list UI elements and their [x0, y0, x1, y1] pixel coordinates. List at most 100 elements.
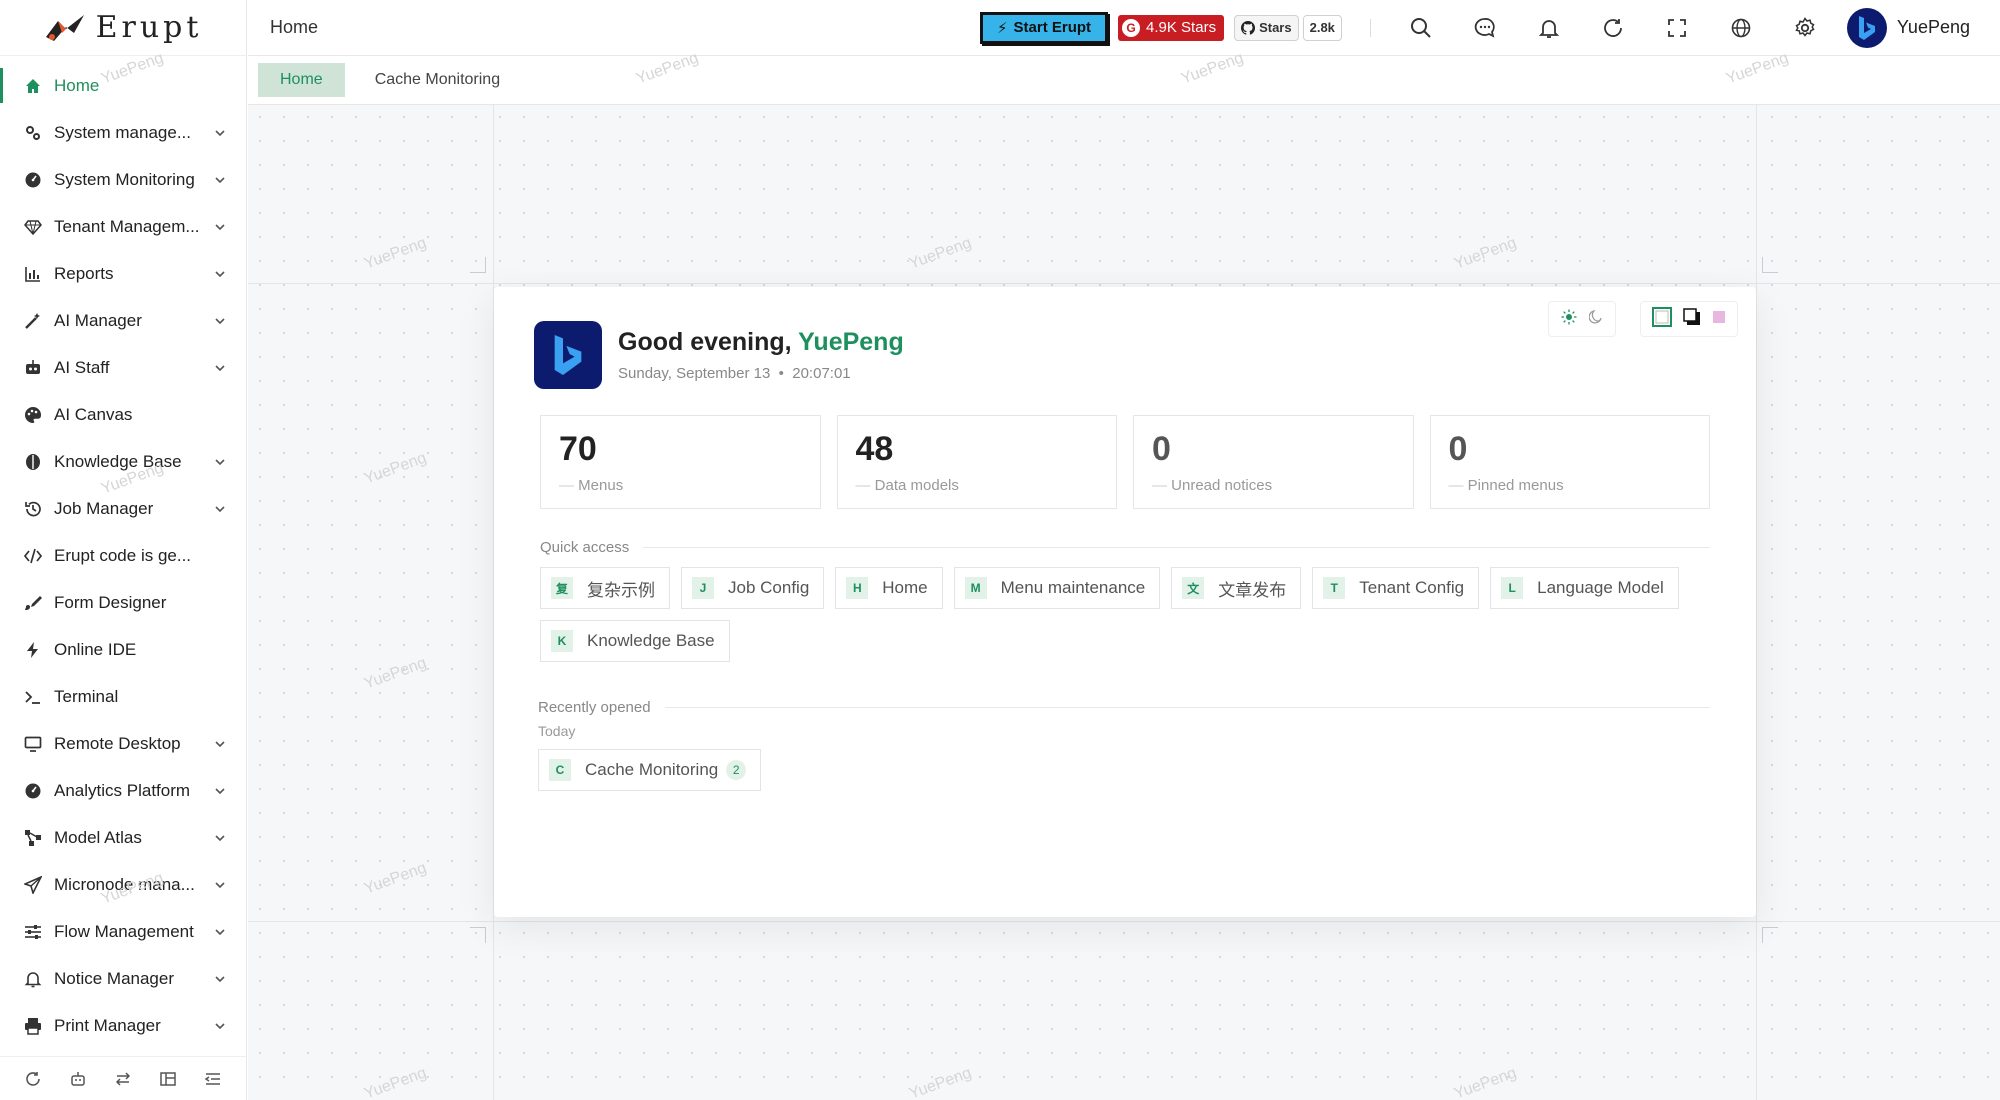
stat-card[interactable]: 0 Pinned menus — [1429, 415, 1710, 509]
stat-card[interactable]: 70 Menus — [540, 415, 821, 509]
corner-mark — [1762, 927, 1778, 943]
quick-access-letter: 复 — [551, 577, 573, 599]
sidebar-item-tenant-managem[interactable]: Tenant Managem... — [0, 203, 246, 250]
stat-label: Pinned menus — [1449, 477, 1692, 494]
quick-access-label: Language Model — [1537, 578, 1664, 597]
sidebar-item-label: Erupt code is ge... — [54, 545, 192, 565]
github-stars-button[interactable]: Stars — [1234, 14, 1299, 41]
sidebar-item-micronode-mana[interactable]: Micronode mana... — [0, 861, 246, 908]
stat-card[interactable]: 48 Data models — [836, 415, 1117, 509]
watermark-text: YuePeng — [1723, 49, 1791, 88]
gitee-stars-badge[interactable]: G 4.9K Stars — [1118, 14, 1225, 41]
book-icon — [24, 453, 42, 471]
quick-access-item[interactable]: H Home — [835, 567, 943, 609]
quick-access-item[interactable]: T Tenant Config — [1312, 567, 1480, 609]
start-erupt-button[interactable]: ⚡ Start Erupt — [979, 11, 1109, 44]
sidebar-item-ai-canvas[interactable]: AI Canvas — [0, 391, 246, 438]
sidebar-item-ai-staff[interactable]: AI Staff — [0, 344, 246, 391]
sidebar-item-label: Flow Management — [54, 921, 194, 941]
stats-row: 70 Menus 48 Data models 0 Unread notices 0 Pinn… — [540, 415, 1710, 509]
github-stars-badge[interactable]: Stars 2.8k — [1234, 14, 1342, 41]
layout-color-icon[interactable] — [1711, 309, 1727, 330]
theme-switch — [1548, 301, 1616, 337]
stat-label: Data models — [856, 477, 1099, 494]
swap-icon[interactable] — [114, 1070, 132, 1088]
watermark-text: YuePeng — [1178, 49, 1246, 88]
quick-access-item[interactable]: K Knowledge Base — [540, 620, 730, 662]
breadcrumb: Home — [270, 17, 319, 37]
recent-label: Recently opened — [538, 699, 651, 716]
menu-fold-icon[interactable] — [204, 1070, 222, 1088]
fullscreen-icon[interactable] — [1645, 0, 1709, 56]
chevron-down-icon — [214, 832, 226, 844]
app-logo[interactable]: Erupt — [0, 0, 246, 56]
diamond-icon — [24, 218, 42, 236]
sidebar-item-reports[interactable]: Reports — [0, 250, 246, 297]
layout-icon[interactable] — [159, 1070, 177, 1088]
start-erupt-label: Start Erupt — [1013, 19, 1092, 36]
quick-access-item[interactable]: M Menu maintenance — [953, 567, 1161, 609]
quick-access-label: Home — [882, 578, 928, 597]
chevron-down-icon — [214, 503, 226, 515]
quick-access-item[interactable]: L Language Model — [1490, 567, 1679, 609]
dashboard-icon — [24, 782, 42, 800]
sliders-icon — [24, 923, 42, 941]
sidebar-item-ai-manager[interactable]: AI Manager — [0, 297, 246, 344]
chevron-down-icon — [214, 785, 226, 797]
bell-icon[interactable] — [1517, 0, 1581, 56]
sidebar-item-online-ide[interactable]: Online IDE — [0, 626, 246, 673]
guide-line — [248, 921, 2000, 922]
sidebar-item-job-manager[interactable]: Job Manager — [0, 485, 246, 532]
sun-icon[interactable] — [1561, 309, 1577, 330]
stat-value: 70 — [559, 430, 597, 468]
sidebar-item-remote-desktop[interactable]: Remote Desktop — [0, 720, 246, 767]
reload-icon[interactable] — [1581, 0, 1645, 56]
quick-access-label: 文章发布 — [1218, 580, 1287, 600]
recent-count-badge: 2 — [726, 760, 747, 780]
corner-mark — [1762, 257, 1778, 273]
sidebar-item-print-manager[interactable]: Print Manager — [0, 1002, 246, 1049]
quick-access-label: Knowledge Base — [587, 631, 715, 650]
refresh-icon[interactable] — [24, 1070, 42, 1088]
quick-access-item[interactable]: J Job Config — [681, 567, 825, 609]
quick-access-item[interactable]: 复复杂示例 — [540, 567, 670, 609]
quick-access-letter: L — [1501, 577, 1524, 599]
sidebar-item-knowledge-base[interactable]: Knowledge Base — [0, 438, 246, 485]
settings-gear-icon[interactable] — [1773, 0, 1837, 56]
sidebar-item-form-designer[interactable]: Form Designer — [0, 579, 246, 626]
sidebar-item-erupt-code-is-ge[interactable]: Erupt code is ge... — [0, 532, 246, 579]
sidebar-item-notice-manager[interactable]: Notice Manager — [0, 955, 246, 1002]
quick-access-item[interactable]: 文文章发布 — [1171, 567, 1302, 609]
layout-light-icon[interactable] — [1651, 306, 1673, 333]
corner-mark — [470, 257, 486, 273]
quick-access-label: 复杂示例 — [587, 580, 655, 600]
chevron-down-icon — [214, 174, 226, 186]
robot-icon[interactable] — [69, 1070, 87, 1088]
stat-label: Unread notices — [1152, 477, 1395, 494]
sidebar-item-model-atlas[interactable]: Model Atlas — [0, 814, 246, 861]
moon-icon[interactable] — [1588, 309, 1603, 329]
sidebar-item-analytics-platform[interactable]: Analytics Platform — [0, 767, 246, 814]
sidebar-item-home[interactable]: Home — [0, 62, 246, 109]
sidebar-item-label: AI Canvas — [54, 404, 133, 424]
recent-item[interactable]: C Cache Monitoring 2 — [538, 749, 762, 791]
sidebar-item-terminal[interactable]: Terminal — [0, 673, 246, 720]
greeting-time: 20:07:01 — [792, 365, 851, 382]
layout-dark-icon[interactable] — [1683, 307, 1701, 331]
user-menu[interactable]: YuePeng — [1837, 7, 2000, 48]
sidebar-item-system-manage[interactable]: System manage... — [0, 109, 246, 156]
stat-card[interactable]: 0 Unread notices — [1133, 415, 1414, 509]
chat-icon[interactable] — [1453, 0, 1517, 56]
chevron-down-icon — [214, 456, 226, 468]
recent-group-label: Today — [538, 723, 576, 739]
sidebar-item-label: System Monitoring — [54, 169, 195, 189]
bing-logo-icon — [1858, 15, 1875, 40]
search-icon[interactable] — [1389, 0, 1453, 56]
tab-home[interactable]: Home — [258, 63, 345, 97]
globe-icon[interactable] — [1709, 0, 1773, 56]
sidebar-item-flow-management[interactable]: Flow Management — [0, 908, 246, 955]
chevron-down-icon — [214, 127, 226, 139]
sidebar-item-system-monitoring[interactable]: System Monitoring — [0, 156, 246, 203]
sidebar-item-label: Form Designer — [54, 592, 167, 612]
tab-cache-monitoring[interactable]: Cache Monitoring — [353, 63, 522, 97]
